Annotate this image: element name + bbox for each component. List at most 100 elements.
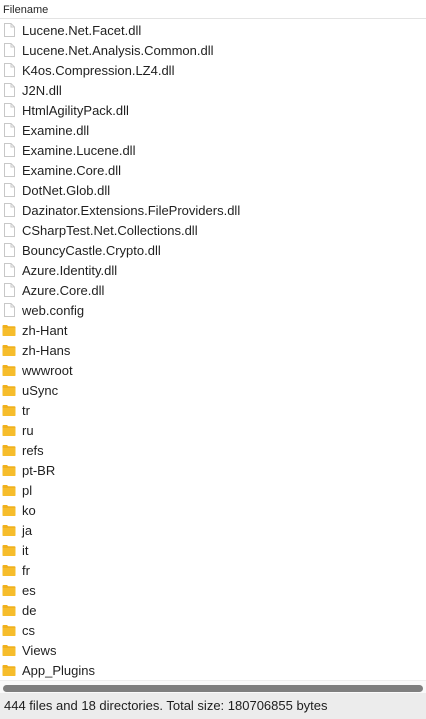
file-icon bbox=[2, 103, 16, 117]
file-icon bbox=[2, 143, 16, 157]
file-name: Examine.dll bbox=[22, 123, 90, 138]
file-name: Lucene.Net.Facet.dll bbox=[22, 23, 142, 38]
file-icon bbox=[2, 243, 16, 257]
folder-name: fr bbox=[22, 563, 30, 578]
file-row[interactable]: HtmlAgilityPack.dll bbox=[0, 100, 426, 120]
folder-icon bbox=[2, 543, 16, 557]
folder-row[interactable]: pl bbox=[0, 480, 426, 500]
column-header-label: Filename bbox=[3, 4, 49, 16]
folder-icon bbox=[2, 403, 16, 417]
file-icon bbox=[2, 163, 16, 177]
folder-name: tr bbox=[22, 403, 30, 418]
folder-row[interactable]: refs bbox=[0, 440, 426, 460]
folder-name: es bbox=[22, 583, 36, 598]
folder-icon bbox=[2, 363, 16, 377]
folder-icon bbox=[2, 583, 16, 597]
file-icon bbox=[2, 183, 16, 197]
folder-name: App_Plugins bbox=[22, 663, 95, 678]
file-icon bbox=[2, 263, 16, 277]
file-icon bbox=[2, 203, 16, 217]
folder-name: ja bbox=[22, 523, 33, 538]
folder-row[interactable]: fr bbox=[0, 560, 426, 580]
folder-name: wwwroot bbox=[22, 363, 73, 378]
file-name: web.config bbox=[22, 303, 85, 318]
file-row[interactable]: Dazinator.Extensions.FileProviders.dll bbox=[0, 200, 426, 220]
folder-row[interactable]: uSync bbox=[0, 380, 426, 400]
folder-row[interactable]: Views bbox=[0, 640, 426, 660]
folder-name: pl bbox=[22, 483, 33, 498]
file-name: BouncyCastle.Crypto.dll bbox=[22, 243, 161, 258]
file-row[interactable]: J2N.dll bbox=[0, 80, 426, 100]
file-row[interactable]: DotNet.Glob.dll bbox=[0, 180, 426, 200]
file-row[interactable]: Azure.Core.dll bbox=[0, 280, 426, 300]
column-header-filename[interactable]: Filename bbox=[0, 0, 426, 19]
folder-name: Views bbox=[22, 643, 57, 658]
horizontal-scrollbar[interactable] bbox=[0, 680, 426, 693]
folder-name: uSync bbox=[22, 383, 59, 398]
file-row[interactable]: Examine.dll bbox=[0, 120, 426, 140]
file-row[interactable]: BouncyCastle.Crypto.dll bbox=[0, 240, 426, 260]
folder-icon bbox=[2, 603, 16, 617]
folder-icon bbox=[2, 523, 16, 537]
file-row[interactable]: Examine.Core.dll bbox=[0, 160, 426, 180]
file-list[interactable]: Lucene.Net.Facet.dll Lucene.Net.Analysis.… bbox=[0, 20, 426, 680]
folder-row[interactable]: ru bbox=[0, 420, 426, 440]
file-row[interactable]: CSharpTest.Net.Collections.dll bbox=[0, 220, 426, 240]
file-name: J2N.dll bbox=[22, 83, 62, 98]
folder-row[interactable]: wwwroot bbox=[0, 360, 426, 380]
folder-name: it bbox=[22, 543, 29, 558]
file-browser-window: Filename Lucene.Net.Facet.dll Lucene.Net.… bbox=[0, 0, 426, 719]
folder-row[interactable]: zh-Hant bbox=[0, 320, 426, 340]
file-icon bbox=[2, 63, 16, 77]
folder-name: ko bbox=[22, 503, 36, 518]
file-name: DotNet.Glob.dll bbox=[22, 183, 111, 198]
scrollbar-thumb[interactable] bbox=[3, 685, 423, 692]
folder-name: zh-Hant bbox=[22, 323, 68, 338]
file-name: K4os.Compression.LZ4.dll bbox=[22, 63, 175, 78]
folder-icon bbox=[2, 643, 16, 657]
folder-row[interactable]: ja bbox=[0, 520, 426, 540]
folder-icon bbox=[2, 563, 16, 577]
file-name: Azure.Core.dll bbox=[22, 283, 105, 298]
folder-icon bbox=[2, 383, 16, 397]
file-icon bbox=[2, 303, 16, 317]
file-name: Dazinator.Extensions.FileProviders.dll bbox=[22, 203, 241, 218]
folder-icon bbox=[2, 623, 16, 637]
status-text: 444 files and 18 directories. Total size… bbox=[4, 698, 328, 713]
folder-row[interactable]: cs bbox=[0, 620, 426, 640]
folder-row[interactable]: App_Plugins bbox=[0, 660, 426, 680]
file-row[interactable]: Lucene.Net.Analysis.Common.dll bbox=[0, 40, 426, 60]
file-name: Azure.Identity.dll bbox=[22, 263, 118, 278]
file-name: Examine.Core.dll bbox=[22, 163, 121, 178]
file-name: Examine.Lucene.dll bbox=[22, 143, 136, 158]
file-row[interactable]: web.config bbox=[0, 300, 426, 320]
folder-icon bbox=[2, 483, 16, 497]
file-icon bbox=[2, 43, 16, 57]
folder-icon bbox=[2, 423, 16, 437]
file-icon bbox=[2, 283, 16, 297]
file-row[interactable]: Azure.Identity.dll bbox=[0, 260, 426, 280]
file-name: HtmlAgilityPack.dll bbox=[22, 103, 129, 118]
folder-row[interactable]: pt-BR bbox=[0, 460, 426, 480]
folder-row[interactable]: zh-Hans bbox=[0, 340, 426, 360]
folder-icon bbox=[2, 463, 16, 477]
folder-icon bbox=[2, 443, 16, 457]
folder-row[interactable]: it bbox=[0, 540, 426, 560]
file-icon bbox=[2, 223, 16, 237]
file-row[interactable]: Lucene.Net.Facet.dll bbox=[0, 20, 426, 40]
folder-row[interactable]: ko bbox=[0, 500, 426, 520]
file-row[interactable]: Examine.Lucene.dll bbox=[0, 140, 426, 160]
file-name: Lucene.Net.Analysis.Common.dll bbox=[22, 43, 214, 58]
folder-name: refs bbox=[22, 443, 44, 458]
file-row[interactable]: K4os.Compression.LZ4.dll bbox=[0, 60, 426, 80]
folder-icon bbox=[2, 343, 16, 357]
folder-name: ru bbox=[22, 423, 34, 438]
folder-name: zh-Hans bbox=[22, 343, 71, 358]
folder-row[interactable]: tr bbox=[0, 400, 426, 420]
folder-row[interactable]: de bbox=[0, 600, 426, 620]
folder-icon bbox=[2, 503, 16, 517]
folder-row[interactable]: es bbox=[0, 580, 426, 600]
folder-name: pt-BR bbox=[22, 463, 56, 478]
file-icon bbox=[2, 123, 16, 137]
folder-name: de bbox=[22, 603, 37, 618]
